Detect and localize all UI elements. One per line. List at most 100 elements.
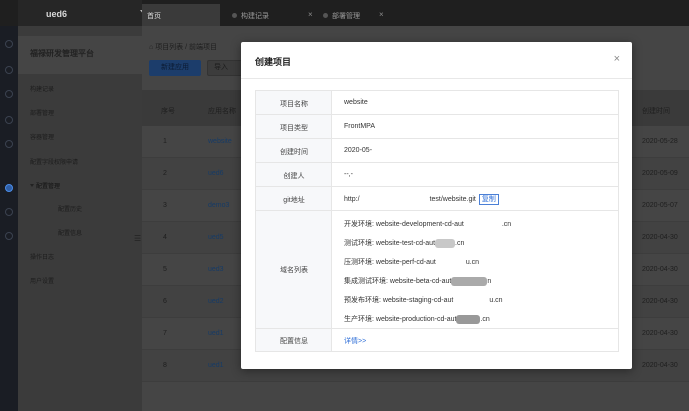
redacted-text bbox=[456, 314, 481, 324]
column-header-name: 应用名称 bbox=[208, 108, 236, 115]
nav-icon-active[interactable] bbox=[5, 184, 13, 192]
field-value: FrontMPA bbox=[344, 123, 375, 130]
row-created: 2020-04-30 bbox=[642, 298, 678, 305]
row-created: 2020-05-09 bbox=[642, 170, 678, 177]
field-label: git地址 bbox=[283, 197, 305, 204]
row-app-link[interactable]: demo3 bbox=[208, 202, 229, 209]
row-index: 8 bbox=[163, 362, 167, 369]
row-created: 2020-04-30 bbox=[642, 330, 678, 337]
tab-home[interactable]: 首页 bbox=[142, 4, 220, 26]
nav-icon-7[interactable] bbox=[5, 208, 13, 216]
field-row-git: git地址 http:/ test/website.git 复制 bbox=[256, 187, 618, 211]
new-app-button[interactable]: 新建应用 bbox=[149, 60, 201, 76]
import-button[interactable]: 导入 bbox=[207, 60, 243, 76]
redacted-text bbox=[463, 220, 502, 228]
brand-title: 福禄研发管理平台 bbox=[30, 49, 94, 58]
field-row-creator: 创建人 --,- bbox=[256, 163, 618, 187]
sidebar-item-config-management[interactable]: 配置管理 bbox=[30, 181, 60, 190]
tab-label: 部署管理 bbox=[332, 13, 360, 20]
field-value: 2020-05- bbox=[344, 147, 373, 154]
row-app-link[interactable]: ued3 bbox=[208, 266, 224, 273]
field-label: 创建人 bbox=[283, 173, 305, 180]
nav-icon-5[interactable] bbox=[5, 140, 13, 148]
sidebar-item-config-history[interactable]: 配置历史 bbox=[58, 204, 82, 213]
copy-button[interactable]: 复制 bbox=[478, 194, 499, 205]
row-index: 7 bbox=[163, 330, 167, 337]
field-value: website bbox=[344, 99, 368, 106]
git-url-start: http:/ bbox=[344, 196, 360, 203]
domain-entry: 预发布环境: website-staging-cd-aut u.cn bbox=[344, 296, 503, 304]
sidebar-item-user-settings[interactable]: 用户设置 bbox=[30, 276, 54, 285]
dialog-divider bbox=[241, 78, 632, 79]
close-icon[interactable]: × bbox=[614, 53, 620, 65]
tab-label: 首页 bbox=[147, 13, 161, 20]
row-created: 2020-04-30 bbox=[642, 362, 678, 369]
row-index: 3 bbox=[163, 202, 167, 209]
sidebar: 福禄研发管理平台 构建记录 部署管理 容器管理 配置字段权限申请 配置管理 配置… bbox=[18, 26, 142, 411]
nav-icon-4[interactable] bbox=[5, 116, 13, 124]
dialog-title: 创建项目 bbox=[255, 57, 292, 67]
redacted-text bbox=[435, 238, 456, 248]
row-app-link[interactable]: ued6 bbox=[208, 170, 224, 177]
row-index: 6 bbox=[163, 298, 167, 305]
domain-entry: 生产环境: website-production-cd-aut .cn bbox=[344, 314, 490, 324]
config-detail-link[interactable]: 详情>> bbox=[344, 336, 366, 346]
sidebar-item-deploy[interactable]: 部署管理 bbox=[30, 108, 54, 117]
sidebar-item-build-records[interactable]: 构建记录 bbox=[30, 84, 54, 93]
create-project-dialog: 创建项目 × 项目名称 website 项目类型 FrontMPA 创建时间 2… bbox=[241, 42, 632, 369]
project-details-table: 项目名称 website 项目类型 FrontMPA 创建时间 2020-05-… bbox=[255, 90, 619, 352]
nav-icon-2[interactable] bbox=[5, 66, 13, 74]
redacted-text bbox=[359, 195, 430, 203]
row-app-link[interactable]: ued1 bbox=[208, 330, 224, 337]
nav-icon-1[interactable] bbox=[5, 40, 13, 48]
domain-entry: 测试环境: website-test-cd-aut .cn bbox=[344, 238, 465, 248]
sidebar-item-containers[interactable]: 容器管理 bbox=[30, 132, 54, 141]
row-created: 2020-05-28 bbox=[642, 138, 678, 145]
tab-build-records[interactable]: 构建记录 × bbox=[224, 4, 320, 26]
breadcrumb-text: 项目列表 / 前端项目 bbox=[155, 44, 218, 51]
field-row-created-time: 创建时间 2020-05- bbox=[256, 139, 618, 163]
project-selector[interactable]: ued6 bbox=[18, 0, 148, 26]
sidebar-item-config-info[interactable]: 配置信息 bbox=[58, 228, 82, 237]
row-index: 1 bbox=[163, 138, 167, 145]
nav-icon-3[interactable] bbox=[5, 90, 13, 98]
domain-entry: 压测环境: website-perf-cd-aut u.cn bbox=[344, 258, 480, 266]
nav-icon-8[interactable] bbox=[5, 232, 13, 240]
tab-deploy-management[interactable]: 部署管理 × bbox=[323, 4, 399, 26]
close-icon[interactable]: × bbox=[379, 10, 384, 19]
domain-entry: 开发环境: website-development-cd-aut .cn bbox=[344, 220, 512, 228]
column-header-index: 序号 bbox=[161, 108, 175, 115]
menu-collapse-icon[interactable]: ☰ bbox=[134, 234, 141, 243]
row-created: 2020-04-30 bbox=[642, 234, 678, 241]
row-app-link[interactable]: ued2 bbox=[208, 298, 224, 305]
row-index: 2 bbox=[163, 170, 167, 177]
row-created: 2020-04-30 bbox=[642, 266, 678, 273]
row-index: 4 bbox=[163, 234, 167, 241]
field-row-type: 项目类型 FrontMPA bbox=[256, 115, 618, 139]
sidebar-item-label: 配置管理 bbox=[36, 184, 61, 190]
icon-rail bbox=[0, 0, 18, 411]
row-app-link[interactable]: ued1 bbox=[208, 362, 224, 369]
redacted-text bbox=[435, 258, 466, 266]
close-icon[interactable]: × bbox=[308, 10, 313, 19]
row-app-link[interactable]: website bbox=[208, 138, 232, 145]
row-app-link[interactable]: ued5 bbox=[208, 234, 224, 241]
field-row-domains: 域名列表 开发环境: website-development-cd-aut .cn… bbox=[256, 211, 618, 329]
field-label: 项目名称 bbox=[280, 101, 308, 108]
domain-entry: 集成测试环境: website-beta-cd-aut n bbox=[344, 276, 492, 286]
field-label: 项目类型 bbox=[280, 125, 308, 132]
tab-dot-icon bbox=[323, 13, 328, 18]
field-label: 创建时间 bbox=[280, 149, 308, 156]
redacted-text bbox=[453, 296, 490, 304]
tab-label: 构建记录 bbox=[241, 13, 269, 20]
field-label: 配置信息 bbox=[280, 338, 308, 345]
sidebar-item-operation-log[interactable]: 操作日志 bbox=[30, 252, 54, 261]
project-name: ued6 bbox=[46, 9, 68, 19]
column-header-created: 创建时间 bbox=[642, 108, 670, 115]
breadcrumb: ⌂ 项目列表 / 前端项目 bbox=[149, 42, 217, 52]
git-url: http:/ test/website.git 复制 bbox=[344, 194, 499, 205]
sidebar-item-permission-apply[interactable]: 配置字段权限申请 bbox=[30, 157, 78, 166]
git-url-end: test/website.git bbox=[429, 196, 476, 203]
field-row-name: 项目名称 website bbox=[256, 91, 618, 115]
field-label: 域名列表 bbox=[280, 267, 308, 274]
